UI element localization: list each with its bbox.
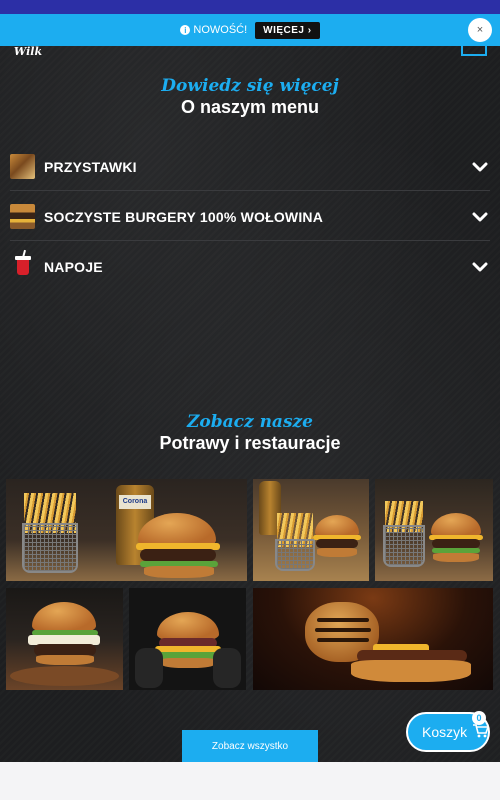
cart-button[interactable]: Koszyk 0	[406, 711, 490, 752]
notice-info: i NOWOŚĆ!	[180, 24, 247, 36]
gallery-photo-burger-fries-corona[interactable]: Corona	[6, 479, 247, 581]
gallery-photo-burger-gloves[interactable]	[129, 588, 246, 690]
notice-more-button[interactable]: WIĘCEJ ›	[255, 21, 320, 39]
drink-cup-icon	[10, 255, 35, 280]
gallery-photo-burger-board[interactable]	[6, 588, 123, 690]
brand-logo[interactable]: Wilk	[10, 46, 46, 60]
notice-label: NOWOŚĆ!	[193, 24, 248, 36]
accordion-item-label: NAPOJE	[44, 259, 103, 275]
accordion-item-label: SOCZYSTE BURGERY 100% WOŁOWINA	[44, 208, 324, 225]
gallery-section-subtitle: Zobacz nasze	[187, 412, 313, 432]
accordion-item-label: PRZYSTAWKI	[44, 158, 137, 175]
gallery-photo-burger-basket[interactable]	[375, 479, 493, 581]
cart-count-badge: 0	[472, 711, 486, 725]
gallery-photo-grilled-burger[interactable]	[253, 588, 493, 690]
accordion-item-napoje[interactable]: NAPOJE	[10, 243, 490, 291]
notice-bar: i NOWOŚĆ! WIĘCEJ › ×	[0, 14, 500, 46]
cart-label: Koszyk	[422, 724, 468, 740]
burger-thumbnail	[10, 204, 35, 229]
menu-section-subtitle: Dowiedz się więcej	[161, 76, 339, 96]
status-strip	[0, 0, 500, 14]
accordion-item-burgery[interactable]: SOCZYSTE BURGERY 100% WOŁOWINA	[10, 193, 490, 241]
see-all-button[interactable]: Zobacz wszystko	[182, 730, 318, 762]
cart-icon	[473, 723, 490, 741]
info-icon: i	[180, 25, 191, 35]
chevron-down-icon[interactable]	[470, 157, 490, 177]
chevron-down-icon[interactable]	[470, 207, 490, 227]
fries-thumbnail	[10, 154, 35, 179]
page: i NOWOŚĆ! WIĘCEJ › × Wilk Dowiedz się wi…	[0, 0, 500, 762]
gallery-section-title: Potrawy i restauracje	[159, 433, 341, 453]
hamburger-menu-icon[interactable]	[461, 46, 487, 56]
menu-section-title: O naszym menu	[180, 97, 320, 117]
gallery-photo-burger-fries-bottle[interactable]	[253, 479, 369, 581]
bottle-label: Corona	[119, 495, 151, 509]
close-icon[interactable]: ×	[468, 18, 492, 42]
chevron-down-icon[interactable]	[470, 257, 490, 277]
accordion-item-przystawki[interactable]: PRZYSTAWKI	[10, 143, 490, 191]
